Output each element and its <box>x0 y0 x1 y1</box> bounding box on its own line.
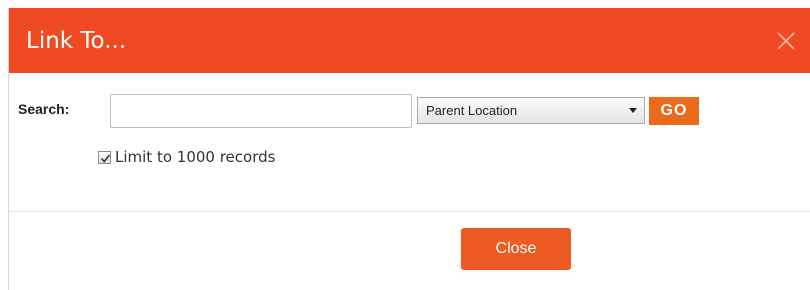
link-to-dialog: Link To... Search: Parent Location GO Li… <box>8 8 810 290</box>
close-button[interactable]: Close <box>461 228 571 270</box>
dialog-title: Link To... <box>26 28 127 54</box>
limit-label: Limit to 1000 records <box>115 148 276 166</box>
search-scope-select[interactable]: Parent Location <box>417 97 645 124</box>
limit-checkbox[interactable] <box>98 150 111 164</box>
footer-divider <box>9 211 810 212</box>
search-input[interactable] <box>110 94 412 128</box>
chevron-down-icon <box>629 108 637 113</box>
select-value: Parent Location <box>426 103 518 118</box>
go-button[interactable]: GO <box>649 97 699 125</box>
limit-row: Limit to 1000 records <box>98 148 275 166</box>
checkmark-icon <box>100 153 111 163</box>
close-icon[interactable] <box>775 30 797 52</box>
dialog-header: Link To... <box>9 8 810 73</box>
search-label: Search: <box>18 101 70 117</box>
